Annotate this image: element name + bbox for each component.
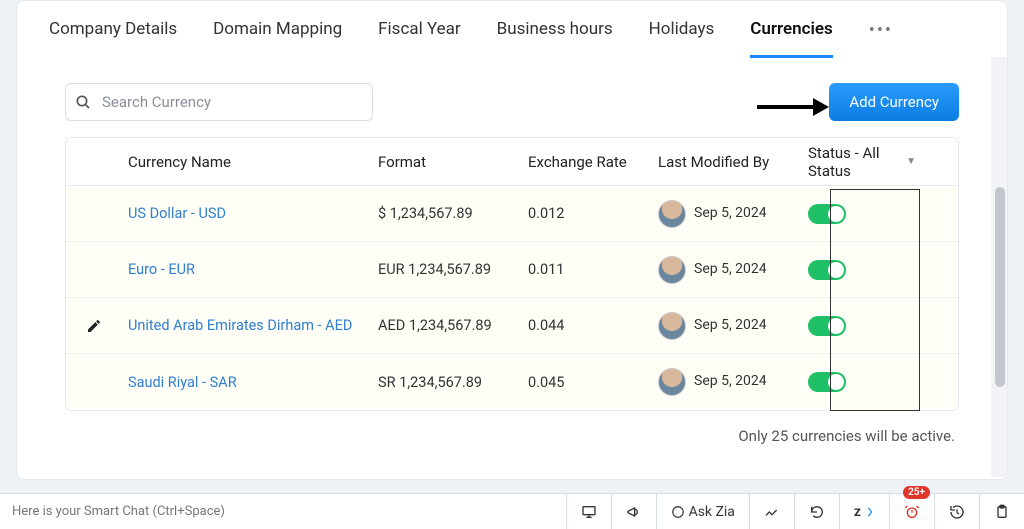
avatar (658, 312, 686, 340)
currency-name-link[interactable]: Euro - EUR (122, 261, 372, 278)
analytics-icon[interactable] (749, 494, 794, 529)
col-exchange-rate: Exchange Rate (522, 153, 652, 171)
currency-rate: 0.012 (522, 205, 652, 222)
col-currency-name: Currency Name (122, 153, 372, 171)
tabs-bar: Company Details Domain Mapping Fiscal Ye… (17, 1, 1007, 59)
table-row[interactable]: Saudi Riyal - SAR SR 1,234,567.89 0.045 … (66, 354, 958, 410)
tab-fiscal-year[interactable]: Fiscal Year (378, 19, 461, 58)
tab-company-details[interactable]: Company Details (49, 19, 177, 58)
settings-panel: Company Details Domain Mapping Fiscal Ye… (16, 0, 1008, 480)
status-toggle[interactable] (808, 204, 846, 224)
table-row[interactable]: United Arab Emirates Dirham - AED AED 1,… (66, 298, 958, 354)
smart-chat-hint[interactable]: Here is your Smart Chat (Ctrl+Space) (0, 504, 566, 519)
tab-domain-mapping[interactable]: Domain Mapping (213, 19, 342, 58)
toolbar: Add Currency (17, 59, 1007, 137)
refresh-icon[interactable] (794, 494, 839, 529)
currency-format: $ 1,234,567.89 (372, 205, 522, 222)
currency-modified: Sep 5, 2024 (652, 256, 802, 284)
currency-format: SR 1,234,567.89 (372, 374, 522, 391)
currency-modified: Sep 5, 2024 (652, 200, 802, 228)
bottom-bar: Here is your Smart Chat (Ctrl+Space) Ask… (0, 493, 1024, 529)
currency-modified: Sep 5, 2024 (652, 312, 802, 340)
tab-currencies[interactable]: Currencies (750, 19, 833, 58)
currency-name-link[interactable]: Saudi Riyal - SAR (122, 374, 372, 391)
monitor-icon[interactable] (566, 494, 611, 529)
avatar (658, 200, 686, 228)
clipboard-icon[interactable] (979, 494, 1024, 529)
footer-note: Only 25 currencies will be active. (17, 411, 1007, 445)
currency-format: AED 1,234,567.89 (372, 317, 522, 334)
col-last-modified: Last Modified By (652, 153, 802, 171)
search-wrap (65, 83, 373, 121)
zia-icon[interactable]: z (839, 494, 889, 529)
status-toggle[interactable] (808, 316, 846, 336)
avatar (658, 256, 686, 284)
col-format: Format (372, 153, 522, 171)
scrollbar-thumb[interactable] (995, 187, 1005, 387)
vertical-scrollbar[interactable] (991, 57, 1007, 477)
history-icon[interactable] (934, 494, 979, 529)
currency-rate: 0.045 (522, 374, 652, 391)
table-header: Currency Name Format Exchange Rate Last … (66, 138, 958, 186)
pencil-icon[interactable] (86, 318, 102, 334)
currency-format: EUR 1,234,567.89 (372, 261, 522, 278)
status-toggle[interactable] (808, 260, 846, 280)
ask-zia-button[interactable]: Ask Zia (656, 494, 749, 529)
table-row[interactable]: Euro - EUR EUR 1,234,567.89 0.011 Sep 5,… (66, 242, 958, 298)
row-edit-cell (66, 318, 122, 334)
currency-rate: 0.011 (522, 261, 652, 278)
tab-holidays[interactable]: Holidays (649, 19, 715, 58)
currency-modified: Sep 5, 2024 (652, 368, 802, 396)
col-status-filter[interactable]: Status - All Status ▼ (802, 144, 922, 180)
search-icon (75, 94, 91, 110)
search-input[interactable] (65, 83, 373, 121)
currency-name-link[interactable]: United Arab Emirates Dirham - AED (122, 317, 372, 334)
currency-table: Currency Name Format Exchange Rate Last … (65, 137, 959, 411)
status-toggle[interactable] (808, 372, 846, 392)
currency-rate: 0.044 (522, 317, 652, 334)
alarm-icon[interactable]: 25+ (889, 494, 934, 529)
annotation-arrow-icon (755, 95, 829, 119)
notification-badge: 25+ (903, 486, 930, 499)
megaphone-icon[interactable] (611, 494, 656, 529)
tab-business-hours[interactable]: Business hours (497, 19, 613, 58)
avatar (658, 368, 686, 396)
table-row[interactable]: US Dollar - USD $ 1,234,567.89 0.012 Sep… (66, 186, 958, 242)
tabs-more-icon[interactable]: ••• (869, 20, 893, 57)
currency-name-link[interactable]: US Dollar - USD (122, 205, 372, 222)
chevron-down-icon: ▼ (906, 156, 916, 167)
add-currency-button[interactable]: Add Currency (829, 83, 959, 121)
